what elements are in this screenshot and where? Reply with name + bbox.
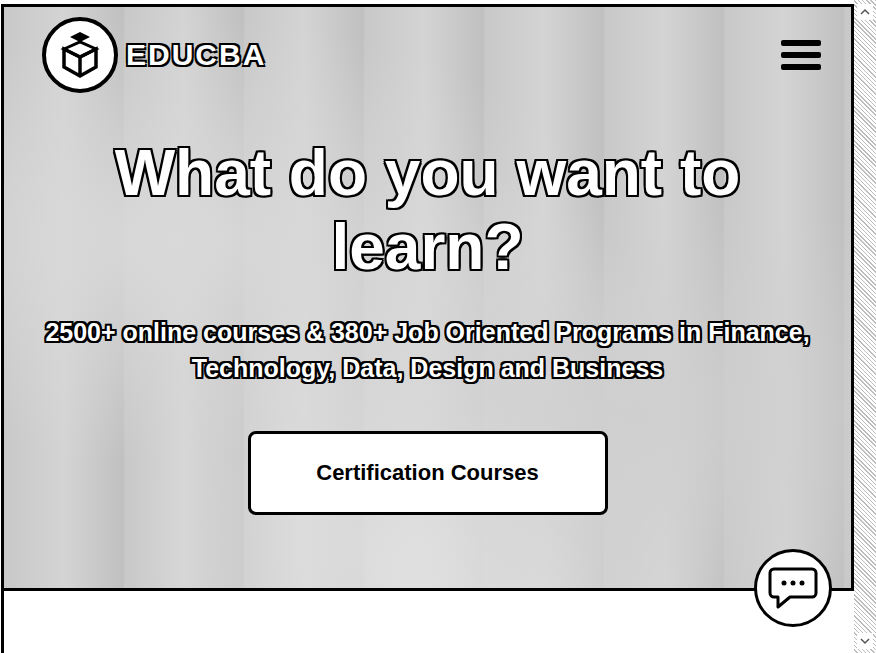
brand[interactable]: EDUCBA [42,17,266,93]
logo-mark [42,17,118,93]
scroll-up-button[interactable] [857,4,873,20]
hamburger-icon [779,38,823,72]
hero-subtitle: 2500+ online courses & 380+ Job Oriented… [33,314,823,387]
chat-button[interactable] [754,549,832,627]
hero-title: What do you want to learn? [68,137,788,284]
scrollbar[interactable] [854,0,876,653]
chevron-down-icon [860,637,870,645]
menu-button[interactable] [773,32,829,78]
chevron-up-icon [860,8,870,16]
below-fold [4,591,854,653]
hero: EDUCBA What do you want to learn? 2500+ on… [4,7,854,591]
certification-button[interactable]: Certification Courses [248,431,608,515]
chat-icon [768,565,818,611]
brand-name: EDUCBA [126,38,266,72]
scroll-down-button[interactable] [857,633,873,649]
header: EDUCBA [4,7,851,93]
page: EDUCBA What do you want to learn? 2500+ on… [0,0,876,653]
hero-body: What do you want to learn? 2500+ online c… [4,93,851,515]
logo-icon [54,29,106,81]
main: EDUCBA What do you want to learn? 2500+ on… [1,4,854,653]
